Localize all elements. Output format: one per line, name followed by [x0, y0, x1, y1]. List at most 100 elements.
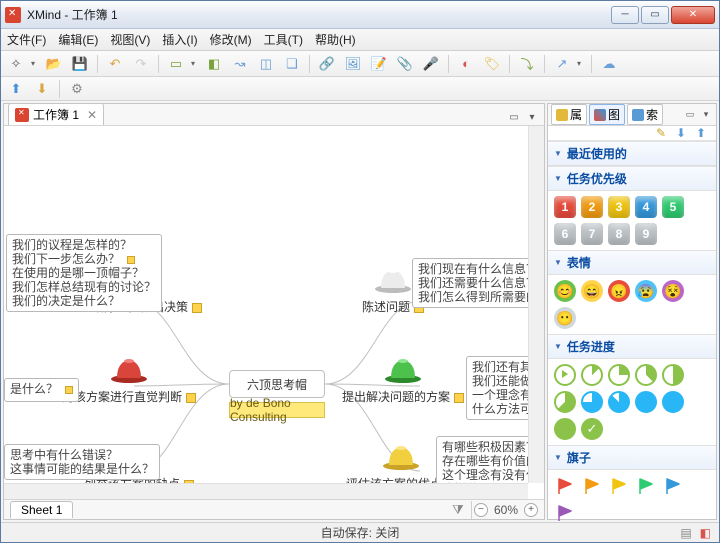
open-icon[interactable]: 📂	[43, 54, 65, 74]
marker-import-icon[interactable]: ⬇	[676, 126, 690, 140]
summary-icon[interactable]: ❏	[281, 54, 303, 74]
image-icon[interactable]: 🖼	[342, 54, 364, 74]
menu-view[interactable]: 视图(V)	[110, 31, 150, 48]
progress-marker[interactable]	[635, 391, 657, 413]
tab-close-icon[interactable]: ✕	[87, 108, 97, 122]
section-recent[interactable]: ▼最近使用的	[548, 142, 716, 166]
relation-icon[interactable]: ↝	[229, 54, 251, 74]
progress-marker[interactable]	[635, 364, 657, 386]
menu-help[interactable]: 帮助(H)	[315, 31, 356, 48]
undo-icon[interactable]: ↶	[104, 54, 126, 74]
flag-marker[interactable]	[554, 475, 576, 497]
sheet-tab[interactable]: Sheet 1	[10, 501, 73, 518]
priority-marker-6[interactable]: 6	[554, 223, 576, 245]
section-priority[interactable]: ▼任务优先级	[548, 167, 716, 191]
tab-menu-icon[interactable]: ▾	[524, 109, 540, 125]
tab-restore-icon[interactable]: ▭	[506, 109, 522, 125]
branch-red[interactable]: 对该方案进行直觉判断	[62, 354, 196, 405]
save-icon[interactable]: 💾	[69, 54, 91, 74]
flag-marker[interactable]	[581, 475, 603, 497]
side-tab-markers[interactable]: 图	[589, 104, 625, 125]
progress-marker[interactable]	[581, 364, 603, 386]
section-emotion[interactable]: ▼表情	[548, 251, 716, 275]
priority-marker-8[interactable]: 8	[608, 223, 630, 245]
upload-icon[interactable]: ⬆	[5, 79, 27, 99]
progress-marker[interactable]	[608, 391, 630, 413]
flag-marker[interactable]	[554, 502, 576, 524]
menu-insert[interactable]: 插入(I)	[162, 31, 197, 48]
central-topic[interactable]: 六顶思考帽	[229, 370, 325, 398]
tab-workbook[interactable]: 工作簿 1 ✕	[8, 103, 104, 125]
flag-marker[interactable]	[635, 475, 657, 497]
gear-icon[interactable]: ⚙	[66, 79, 88, 99]
note[interactable]: 我们的议程是怎样的？ 我们下一步怎么办？ 在使用的是哪一顶帽子？ 我们怎样总结现…	[6, 234, 162, 312]
download-icon[interactable]: ⬇	[31, 79, 53, 99]
audio-icon[interactable]: 🎤	[420, 54, 442, 74]
filter-icon[interactable]: ⧩	[447, 500, 469, 520]
priority-marker-1[interactable]: 1	[554, 196, 576, 218]
note[interactable]: 我们现在有什么信息？ 我们还需要什么信息？ 我们怎么得到所需要的信息？	[412, 258, 544, 308]
progress-marker[interactable]	[662, 364, 684, 386]
priority-marker-7[interactable]: 7	[581, 223, 603, 245]
attach-icon[interactable]: 📎	[394, 54, 416, 74]
emotion-marker[interactable]: 😰	[635, 280, 657, 302]
priority-marker-4[interactable]: 4	[635, 196, 657, 218]
side-tab-properties[interactable]: 属	[551, 104, 587, 125]
marker-group-icon[interactable]: ✎	[656, 126, 670, 140]
priority-marker-2[interactable]: 2	[581, 196, 603, 218]
subtopic-icon[interactable]: ◧	[203, 54, 225, 74]
central-label[interactable]: by de Bono Consulting	[229, 402, 325, 418]
progress-marker[interactable]: ✓	[581, 418, 603, 440]
maximize-button[interactable]: ▭	[641, 6, 669, 24]
note[interactable]: 思考中有什么错误？ 这事情可能的结果是什么？	[4, 444, 160, 480]
label-icon[interactable]: 🏷	[481, 54, 503, 74]
cloud-icon[interactable]: ☁	[598, 54, 620, 74]
progress-marker[interactable]	[662, 391, 684, 413]
branch-green[interactable]: 提出解决问题的方案	[342, 354, 464, 405]
status-icon[interactable]: ▤	[680, 526, 691, 540]
section-flags[interactable]: ▼旗子	[548, 446, 716, 470]
flag-marker[interactable]	[608, 475, 630, 497]
emotion-marker[interactable]: 😶	[554, 307, 576, 329]
new-icon[interactable]: ✧	[5, 54, 27, 74]
menu-tools[interactable]: 工具(T)	[264, 31, 303, 48]
emotion-marker[interactable]: 😄	[581, 280, 603, 302]
section-progress[interactable]: ▼任务进度	[548, 335, 716, 359]
menu-file[interactable]: 文件(F)	[7, 31, 46, 48]
progress-marker[interactable]	[554, 364, 576, 386]
zoom-out-button[interactable]: −	[474, 503, 488, 517]
share-icon[interactable]: ↗	[551, 54, 573, 74]
boundary-icon[interactable]: ◫	[255, 54, 277, 74]
emotion-marker[interactable]: 😠	[608, 280, 630, 302]
drill-icon[interactable]: ⤵	[516, 54, 538, 74]
marker-icon[interactable]: ◐	[455, 54, 477, 74]
mindmap-canvas[interactable]: 六顶思考帽 by de Bono Consulting 总结陈述，做出决策 对该…	[4, 126, 544, 499]
close-button[interactable]: ✕	[671, 6, 715, 24]
link-icon[interactable]: 🔗	[316, 54, 338, 74]
progress-marker[interactable]	[554, 418, 576, 440]
topic-icon[interactable]: ▭	[165, 54, 187, 74]
progress-marker[interactable]	[554, 391, 576, 413]
note[interactable]: 是什么？	[4, 378, 79, 402]
priority-marker-9[interactable]: 9	[635, 223, 657, 245]
menu-edit[interactable]: 编辑(E)	[58, 31, 98, 48]
priority-marker-5[interactable]: 5	[662, 196, 684, 218]
panel-min-icon[interactable]: ▭	[683, 108, 697, 122]
priority-marker-3[interactable]: 3	[608, 196, 630, 218]
redo-icon[interactable]: ↷	[130, 54, 152, 74]
horizontal-scrollbar[interactable]	[4, 483, 528, 499]
vertical-scrollbar[interactable]	[528, 126, 544, 483]
panel-menu-icon[interactable]: ▾	[699, 108, 713, 122]
minimize-button[interactable]: ─	[611, 6, 639, 24]
emotion-marker[interactable]: 😵	[662, 280, 684, 302]
menu-modify[interactable]: 修改(M)	[210, 31, 252, 48]
marker-export-icon[interactable]: ⬆	[696, 126, 710, 140]
side-tab-search[interactable]: 索	[627, 104, 663, 125]
note-icon[interactable]: 📝	[368, 54, 390, 74]
flag-marker[interactable]	[662, 475, 684, 497]
emotion-marker[interactable]: 😊	[554, 280, 576, 302]
zoom-in-button[interactable]: +	[524, 503, 538, 517]
progress-marker[interactable]	[608, 364, 630, 386]
status-icon[interactable]: ◧	[700, 526, 711, 540]
progress-marker[interactable]	[581, 391, 603, 413]
